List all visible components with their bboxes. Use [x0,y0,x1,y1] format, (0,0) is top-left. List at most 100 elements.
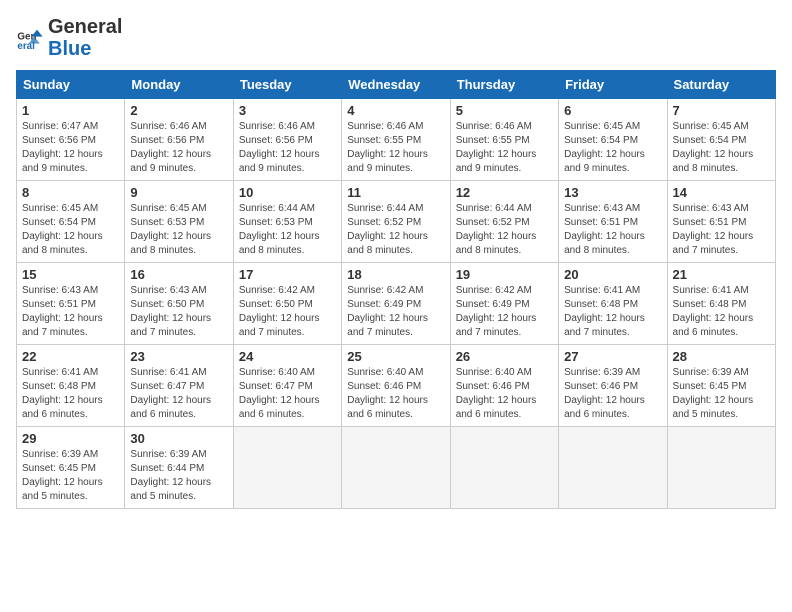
calendar-week-row: 8 Sunrise: 6:45 AM Sunset: 6:54 PM Dayli… [17,181,776,263]
calendar-cell: 14 Sunrise: 6:43 AM Sunset: 6:51 PM Dayl… [667,181,775,263]
calendar-cell: 6 Sunrise: 6:45 AM Sunset: 6:54 PM Dayli… [559,99,667,181]
day-info: Sunrise: 6:46 AM Sunset: 6:55 PM Dayligh… [347,120,444,176]
day-info: Sunrise: 6:39 AM Sunset: 6:44 PM Dayligh… [130,448,227,504]
calendar-cell: 7 Sunrise: 6:45 AM Sunset: 6:54 PM Dayli… [667,99,775,181]
day-number: 15 [22,267,119,282]
calendar-cell: 8 Sunrise: 6:45 AM Sunset: 6:54 PM Dayli… [17,181,125,263]
day-number: 25 [347,349,444,364]
calendar-cell [450,427,558,509]
day-number: 22 [22,349,119,364]
day-info: Sunrise: 6:39 AM Sunset: 6:45 PM Dayligh… [673,366,770,422]
day-number: 12 [456,185,553,200]
day-number: 16 [130,267,227,282]
calendar-cell: 30 Sunrise: 6:39 AM Sunset: 6:44 PM Dayl… [125,427,233,509]
day-info: Sunrise: 6:43 AM Sunset: 6:50 PM Dayligh… [130,284,227,340]
day-number: 26 [456,349,553,364]
calendar-cell: 12 Sunrise: 6:44 AM Sunset: 6:52 PM Dayl… [450,181,558,263]
day-info: Sunrise: 6:45 AM Sunset: 6:54 PM Dayligh… [673,120,770,176]
calendar-cell: 23 Sunrise: 6:41 AM Sunset: 6:47 PM Dayl… [125,345,233,427]
day-number: 1 [22,103,119,118]
day-number: 21 [673,267,770,282]
day-info: Sunrise: 6:42 AM Sunset: 6:50 PM Dayligh… [239,284,336,340]
day-info: Sunrise: 6:45 AM Sunset: 6:54 PM Dayligh… [564,120,661,176]
calendar-header-saturday: Saturday [667,71,775,99]
day-number: 3 [239,103,336,118]
day-number: 14 [673,185,770,200]
day-info: Sunrise: 6:46 AM Sunset: 6:56 PM Dayligh… [130,120,227,176]
calendar-header-friday: Friday [559,71,667,99]
day-info: Sunrise: 6:41 AM Sunset: 6:48 PM Dayligh… [673,284,770,340]
day-number: 8 [22,185,119,200]
day-number: 30 [130,431,227,446]
calendar-cell: 5 Sunrise: 6:46 AM Sunset: 6:55 PM Dayli… [450,99,558,181]
day-info: Sunrise: 6:45 AM Sunset: 6:54 PM Dayligh… [22,202,119,258]
calendar-cell: 11 Sunrise: 6:44 AM Sunset: 6:52 PM Dayl… [342,181,450,263]
day-info: Sunrise: 6:43 AM Sunset: 6:51 PM Dayligh… [22,284,119,340]
calendar-cell: 17 Sunrise: 6:42 AM Sunset: 6:50 PM Dayl… [233,263,341,345]
calendar-week-row: 15 Sunrise: 6:43 AM Sunset: 6:51 PM Dayl… [17,263,776,345]
calendar-cell: 13 Sunrise: 6:43 AM Sunset: 6:51 PM Dayl… [559,181,667,263]
day-info: Sunrise: 6:41 AM Sunset: 6:48 PM Dayligh… [564,284,661,340]
day-number: 19 [456,267,553,282]
day-number: 28 [673,349,770,364]
logo: Gen eral GeneralBlue [16,16,122,60]
day-info: Sunrise: 6:39 AM Sunset: 6:46 PM Dayligh… [564,366,661,422]
calendar-cell: 1 Sunrise: 6:47 AM Sunset: 6:56 PM Dayli… [17,99,125,181]
calendar-cell: 28 Sunrise: 6:39 AM Sunset: 6:45 PM Dayl… [667,345,775,427]
day-number: 13 [564,185,661,200]
calendar-header-row: SundayMondayTuesdayWednesdayThursdayFrid… [17,71,776,99]
logo-icon: Gen eral [16,24,44,52]
day-number: 9 [130,185,227,200]
day-info: Sunrise: 6:43 AM Sunset: 6:51 PM Dayligh… [673,202,770,258]
calendar-cell: 26 Sunrise: 6:40 AM Sunset: 6:46 PM Dayl… [450,345,558,427]
calendar-cell: 27 Sunrise: 6:39 AM Sunset: 6:46 PM Dayl… [559,345,667,427]
day-number: 5 [456,103,553,118]
calendar-header-thursday: Thursday [450,71,558,99]
day-number: 4 [347,103,444,118]
calendar-cell [342,427,450,509]
day-info: Sunrise: 6:39 AM Sunset: 6:45 PM Dayligh… [22,448,119,504]
calendar-cell: 29 Sunrise: 6:39 AM Sunset: 6:45 PM Dayl… [17,427,125,509]
day-info: Sunrise: 6:43 AM Sunset: 6:51 PM Dayligh… [564,202,661,258]
day-number: 23 [130,349,227,364]
calendar-cell [667,427,775,509]
calendar-cell: 2 Sunrise: 6:46 AM Sunset: 6:56 PM Dayli… [125,99,233,181]
calendar-cell: 20 Sunrise: 6:41 AM Sunset: 6:48 PM Dayl… [559,263,667,345]
day-number: 17 [239,267,336,282]
day-info: Sunrise: 6:41 AM Sunset: 6:48 PM Dayligh… [22,366,119,422]
calendar-table: SundayMondayTuesdayWednesdayThursdayFrid… [16,70,776,509]
calendar-cell: 18 Sunrise: 6:42 AM Sunset: 6:49 PM Dayl… [342,263,450,345]
day-number: 20 [564,267,661,282]
day-info: Sunrise: 6:40 AM Sunset: 6:47 PM Dayligh… [239,366,336,422]
calendar-cell: 25 Sunrise: 6:40 AM Sunset: 6:46 PM Dayl… [342,345,450,427]
day-info: Sunrise: 6:44 AM Sunset: 6:53 PM Dayligh… [239,202,336,258]
calendar-cell: 9 Sunrise: 6:45 AM Sunset: 6:53 PM Dayli… [125,181,233,263]
calendar-cell: 16 Sunrise: 6:43 AM Sunset: 6:50 PM Dayl… [125,263,233,345]
calendar-cell: 3 Sunrise: 6:46 AM Sunset: 6:56 PM Dayli… [233,99,341,181]
day-info: Sunrise: 6:40 AM Sunset: 6:46 PM Dayligh… [456,366,553,422]
day-info: Sunrise: 6:40 AM Sunset: 6:46 PM Dayligh… [347,366,444,422]
calendar-cell [559,427,667,509]
day-number: 2 [130,103,227,118]
day-info: Sunrise: 6:47 AM Sunset: 6:56 PM Dayligh… [22,120,119,176]
day-number: 29 [22,431,119,446]
day-number: 10 [239,185,336,200]
calendar-header-monday: Monday [125,71,233,99]
day-number: 7 [673,103,770,118]
calendar-header-tuesday: Tuesday [233,71,341,99]
calendar-week-row: 29 Sunrise: 6:39 AM Sunset: 6:45 PM Dayl… [17,427,776,509]
calendar-cell: 10 Sunrise: 6:44 AM Sunset: 6:53 PM Dayl… [233,181,341,263]
day-info: Sunrise: 6:42 AM Sunset: 6:49 PM Dayligh… [456,284,553,340]
day-info: Sunrise: 6:45 AM Sunset: 6:53 PM Dayligh… [130,202,227,258]
logo-text: GeneralBlue [48,16,122,60]
day-info: Sunrise: 6:44 AM Sunset: 6:52 PM Dayligh… [456,202,553,258]
day-info: Sunrise: 6:46 AM Sunset: 6:56 PM Dayligh… [239,120,336,176]
day-number: 6 [564,103,661,118]
calendar-cell: 24 Sunrise: 6:40 AM Sunset: 6:47 PM Dayl… [233,345,341,427]
calendar-cell: 4 Sunrise: 6:46 AM Sunset: 6:55 PM Dayli… [342,99,450,181]
page-header: Gen eral GeneralBlue [16,16,776,60]
day-number: 11 [347,185,444,200]
day-number: 27 [564,349,661,364]
day-info: Sunrise: 6:46 AM Sunset: 6:55 PM Dayligh… [456,120,553,176]
calendar-header-wednesday: Wednesday [342,71,450,99]
